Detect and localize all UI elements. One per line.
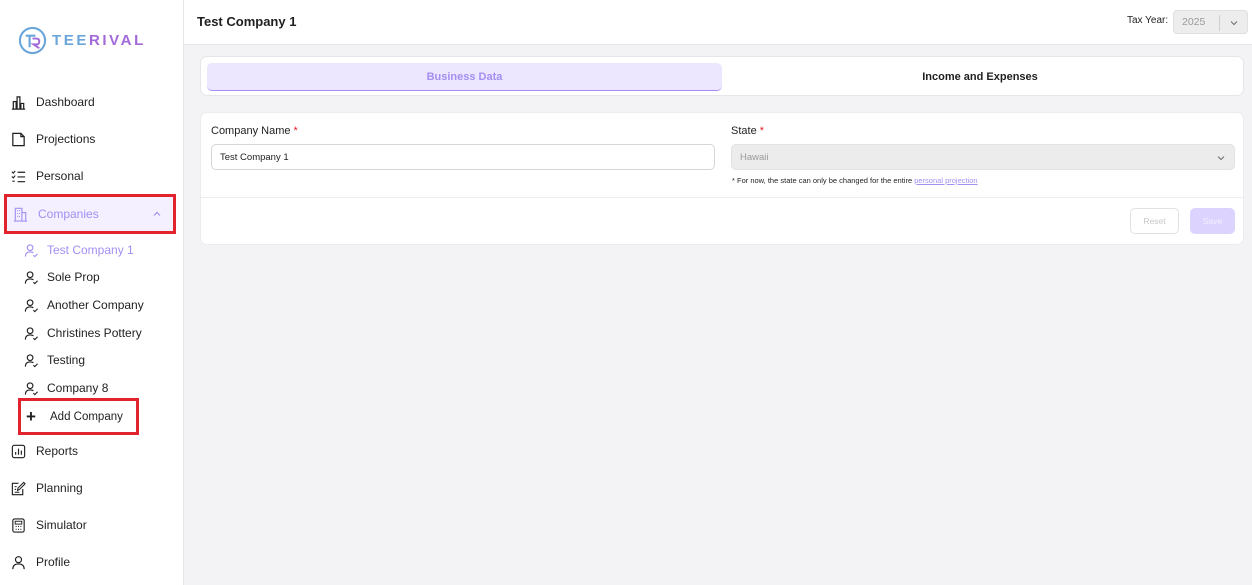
business-data-form: Company Name * Test Company 1 State * Ha…: [200, 112, 1244, 245]
add-company-button[interactable]: + Add Company: [18, 398, 139, 435]
report-chart-icon: [10, 443, 27, 460]
user-check-icon: [24, 326, 39, 341]
user-icon: [10, 554, 27, 571]
user-check-icon: [24, 353, 39, 368]
required-mark: *: [759, 125, 765, 137]
personal-projection-link[interactable]: personal projection: [914, 176, 977, 185]
tax-year-label: Tax Year:: [1127, 15, 1169, 26]
nav-personal-label: Personal: [36, 169, 84, 183]
required-mark: *: [293, 125, 298, 137]
nav-simulator-label: Simulator: [36, 518, 87, 532]
calculator-icon: [10, 517, 27, 534]
edit-note-icon: [10, 480, 27, 497]
company-item-label: Company 8: [47, 381, 109, 395]
tab-business-data[interactable]: Business Data: [207, 63, 722, 91]
building-icon: [12, 206, 29, 223]
select-divider: [1219, 15, 1220, 31]
document-icon: [10, 131, 27, 148]
state-select[interactable]: Hawaii: [731, 144, 1235, 170]
chevron-down-icon: [1230, 21, 1238, 26]
tab-bar: Business Data Income and Expenses: [200, 56, 1244, 96]
company-item-testing[interactable]: Testing: [24, 350, 85, 370]
nav-dashboard-label: Dashboard: [36, 95, 95, 109]
logo-text: TEERIVAL: [52, 32, 146, 49]
state-value: Hawaii: [740, 151, 769, 163]
company-name-value: Test Company 1: [220, 151, 289, 163]
company-item-company-8[interactable]: Company 8: [24, 378, 108, 398]
nav-planning-label: Planning: [36, 481, 83, 495]
state-label: State *: [731, 125, 765, 137]
nav-profile[interactable]: Profile: [10, 550, 70, 574]
state-note: * For now, the state can only be changed…: [732, 176, 978, 185]
company-item-christines-pottery[interactable]: Christines Pottery: [24, 323, 142, 343]
teerival-logo[interactable]: TEERIVAL: [18, 26, 146, 55]
company-item-another-company[interactable]: Another Company: [24, 295, 144, 315]
company-item-test-company-1[interactable]: Test Company 1: [24, 240, 134, 260]
checklist-icon: [10, 168, 27, 185]
company-name-input[interactable]: Test Company 1: [211, 144, 715, 170]
sidebar: TEERIVAL Dashboard Projections Personal …: [0, 0, 184, 585]
tab-income-expenses[interactable]: Income and Expenses: [722, 63, 1238, 91]
company-item-label: Christines Pottery: [47, 326, 142, 340]
plus-icon: +: [26, 407, 36, 426]
company-item-label: Testing: [47, 353, 86, 367]
user-check-icon: [24, 298, 39, 313]
nav-companies-label: Companies: [38, 207, 99, 221]
card-divider: [201, 197, 1243, 198]
reset-button[interactable]: Reset: [1130, 208, 1179, 234]
nav-personal[interactable]: Personal: [10, 164, 83, 188]
tax-year-select[interactable]: 2025: [1173, 10, 1248, 34]
nav-profile-label: Profile: [36, 555, 71, 569]
chevron-down-icon: [1217, 156, 1225, 161]
top-header: Test Company 1 Tax Year: 2025: [184, 0, 1252, 45]
page-title: Test Company 1: [197, 14, 297, 29]
save-button[interactable]: Save: [1190, 208, 1235, 234]
company-item-label: Another Company: [47, 298, 144, 312]
tax-year-value: 2025: [1182, 16, 1206, 28]
company-name-label: Company Name *: [211, 125, 298, 137]
nav-reports-label: Reports: [36, 444, 79, 458]
logo-mark-icon: [18, 26, 47, 55]
bar-chart-icon: [10, 94, 27, 111]
nav-planning[interactable]: Planning: [10, 476, 83, 500]
nav-simulator[interactable]: Simulator: [10, 513, 87, 537]
company-item-sole-prop[interactable]: Sole Prop: [24, 267, 100, 287]
company-item-label: Sole Prop: [47, 270, 100, 284]
user-check-icon: [24, 270, 39, 285]
add-company-label: Add Company: [50, 410, 123, 423]
chevron-up-icon: [153, 211, 161, 216]
nav-reports[interactable]: Reports: [10, 439, 78, 463]
nav-dashboard[interactable]: Dashboard: [10, 90, 95, 114]
user-check-icon: [24, 243, 39, 258]
company-item-label: Test Company 1: [47, 243, 134, 257]
nav-projections[interactable]: Projections: [10, 127, 95, 151]
user-check-icon: [24, 381, 39, 396]
nav-projections-label: Projections: [36, 132, 96, 146]
nav-companies[interactable]: Companies: [4, 194, 176, 234]
